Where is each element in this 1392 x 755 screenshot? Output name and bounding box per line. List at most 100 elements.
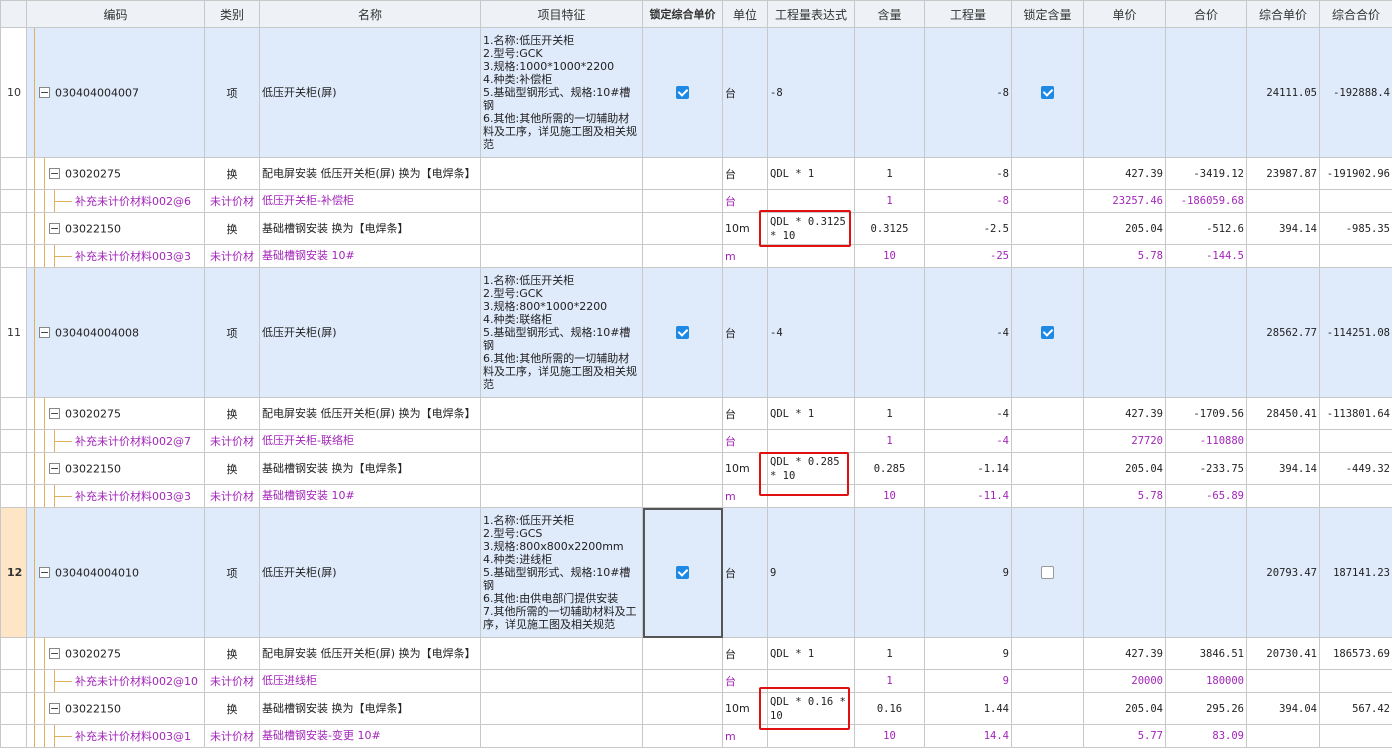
composite-total-cell[interactable]: 567.42 [1319,692,1392,725]
lock-content-cell[interactable] [1011,507,1084,638]
lock-price-cell[interactable] [642,724,723,748]
unit-price-cell[interactable] [1083,27,1166,158]
unit-cell[interactable]: 台 [722,507,768,638]
lock-price-checkbox[interactable] [676,86,689,100]
name-cell[interactable]: 配电屏安装 低压开关柜(屏) 换为【电焊条】 [259,397,481,430]
unit-cell[interactable]: 台 [722,429,768,453]
lock-content-cell[interactable] [1011,267,1084,398]
expression-cell[interactable] [767,244,855,268]
content-cell[interactable] [854,27,925,158]
content-cell[interactable] [854,267,925,398]
lock-price-checkbox[interactable] [676,566,689,580]
composite-unit-price-cell[interactable]: 20793.47 [1246,507,1320,638]
expression-cell[interactable]: 9 [767,507,855,638]
code-cell[interactable]: 补充未计价材料002@7 [26,429,205,453]
header-unit[interactable]: 单位 [722,0,768,28]
expression-cell[interactable] [767,669,855,693]
lock-price-checkbox[interactable] [676,326,689,340]
quantity-cell[interactable]: -4 [924,429,1012,453]
category-cell[interactable]: 项 [204,507,260,638]
quota-row[interactable]: −03020275 换配电屏安装 低压开关柜(屏) 换为【电焊条】台 QDL * 1… [0,157,1392,190]
name-cell[interactable]: 基础槽钢安装 10# [259,244,481,268]
feature-cell[interactable]: 1.名称:低压开关柜 2.型号:GCK 3.规格:1000*1000*2200 … [480,27,643,158]
composite-unit-price-cell[interactable] [1246,724,1320,748]
header-lock-content[interactable]: 锁定含量 [1011,0,1084,28]
composite-unit-price-cell[interactable] [1246,429,1320,453]
category-cell[interactable]: 未计价材 [204,484,260,508]
lock-price-cell[interactable] [642,27,723,158]
total-price-cell[interactable]: -65.89 [1165,484,1247,508]
lock-content-cell[interactable] [1011,212,1084,245]
unit-price-cell[interactable] [1083,507,1166,638]
name-cell[interactable]: 低压开关柜-补偿柜 [259,189,481,213]
composite-total-cell[interactable] [1319,724,1392,748]
name-cell[interactable]: 低压进线柜 [259,669,481,693]
code-cell[interactable]: 补充未计价材料003@3 [26,484,205,508]
content-cell[interactable]: 10 [854,724,925,748]
code-cell[interactable]: −03022150 [26,452,205,485]
row-index[interactable] [0,484,27,508]
material-row[interactable]: 补充未计价材料002@7 未计价材 低压开关柜-联络柜 台 1 -4 27720 -11088… [0,429,1392,453]
collapse-toggle-icon[interactable]: − [39,566,50,578]
composite-total-cell[interactable]: 187141.23 [1319,507,1392,638]
lock-content-checkbox[interactable] [1041,326,1054,340]
name-cell[interactable]: 低压开关柜(屏) [259,27,481,158]
category-cell[interactable]: 换 [204,637,260,670]
row-index[interactable] [0,429,27,453]
composite-total-cell[interactable] [1319,244,1392,268]
quantity-cell[interactable]: -8 [924,27,1012,158]
category-cell[interactable]: 未计价材 [204,724,260,748]
content-cell[interactable]: 0.3125 [854,212,925,245]
unit-price-cell[interactable] [1083,267,1166,398]
code-cell[interactable]: −030404004010 [26,507,205,638]
expression-cell[interactable] [767,189,855,213]
category-cell[interactable]: 未计价材 [204,429,260,453]
composite-total-cell[interactable]: -449.32 [1319,452,1392,485]
category-cell[interactable]: 换 [204,452,260,485]
content-cell[interactable]: 1 [854,157,925,190]
code-cell[interactable]: −03022150 [26,692,205,725]
total-price-cell[interactable]: -144.5 [1165,244,1247,268]
collapse-toggle-icon[interactable]: − [49,702,60,714]
feature-cell[interactable]: 1.名称:低压开关柜 2.型号:GCK 3.规格:800*1000*2200 4… [480,267,643,398]
lock-price-cell[interactable] [642,484,723,508]
category-cell[interactable]: 未计价材 [204,669,260,693]
total-price-cell[interactable]: -186059.68 [1165,189,1247,213]
total-price-cell[interactable]: -512.6 [1165,212,1247,245]
total-price-cell[interactable]: -110880 [1165,429,1247,453]
quantity-cell[interactable]: 1.44 [924,692,1012,725]
lock-content-cell[interactable] [1011,637,1084,670]
total-price-cell[interactable] [1165,27,1247,158]
header-expression[interactable]: 工程量表达式 [767,0,855,28]
composite-unit-price-cell[interactable]: 28450.41 [1246,397,1320,430]
header-content[interactable]: 含量 [854,0,925,28]
lock-price-cell[interactable] [642,452,723,485]
expression-cell[interactable] [767,724,855,748]
header-category[interactable]: 类别 [204,0,260,28]
composite-total-cell[interactable] [1319,189,1392,213]
unit-price-cell[interactable]: 427.39 [1083,157,1166,190]
lock-content-cell[interactable] [1011,429,1084,453]
row-index[interactable] [0,244,27,268]
code-cell[interactable]: −03020275 [26,637,205,670]
quantity-cell[interactable]: -25 [924,244,1012,268]
composite-unit-price-cell[interactable]: 23987.87 [1246,157,1320,190]
row-index[interactable] [0,452,27,485]
expression-cell[interactable] [767,484,855,508]
expression-cell[interactable]: QDL * 1 [767,637,855,670]
unit-price-cell[interactable]: 27720 [1083,429,1166,453]
code-cell[interactable]: 补充未计价材料003@1 [26,724,205,748]
content-cell[interactable]: 10 [854,244,925,268]
composite-total-cell[interactable]: -191902.96 [1319,157,1392,190]
category-cell[interactable]: 未计价材 [204,244,260,268]
total-price-cell[interactable] [1165,267,1247,398]
header-index[interactable] [0,0,27,28]
feature-cell[interactable] [480,189,643,213]
material-row[interactable]: 补充未计价材料003@1 未计价材 基础槽钢安装-变更 10# m 10 14.4 5.77… [0,724,1392,748]
expression-cell[interactable]: QDL * 1 [767,397,855,430]
expression-cell[interactable]: -4 [767,267,855,398]
row-index[interactable]: 10 [0,27,27,158]
feature-cell[interactable] [480,244,643,268]
total-price-cell[interactable]: -1709.56 [1165,397,1247,430]
lock-price-cell[interactable] [642,244,723,268]
